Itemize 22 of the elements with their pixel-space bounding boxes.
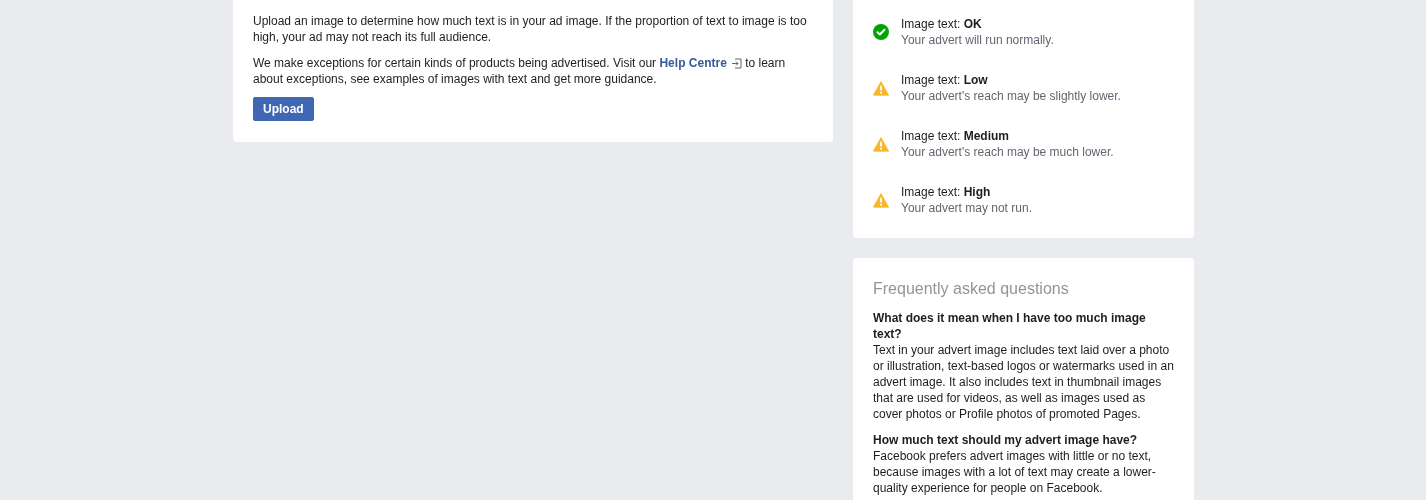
exceptions-paragraph: We make exceptions for certain kinds of products being advertised. Visit our Help Centre to learn about exceptions, see examples of images with text and get more guidance.	[253, 55, 787, 87]
faq-question: What does it mean when I have too much image text?	[873, 310, 1147, 342]
rating-description: Your advert's reach may be much lower.	[901, 144, 1114, 160]
check-circle-icon	[873, 24, 889, 40]
faq-answer: Facebook prefers advert images with little or no text, because images with a lot of text may create a lower-quality experience for people on Facebook.	[873, 448, 1157, 496]
help-centre-link[interactable]: Help Centre	[659, 55, 742, 71]
upload-button[interactable]: Upload	[253, 97, 314, 121]
rating-label: Image text: Medium	[901, 128, 1011, 144]
warning-icon	[873, 192, 889, 208]
warning-icon	[873, 80, 889, 96]
faq-answer: Text in your advert image includes text laid over a photo or illustration, text-based logos or watermarks used in an advert image. It also includes text in thumbnail images that are used for videos, as well as images used as cover photos or Profile photos of promoted Pages.	[873, 342, 1174, 422]
warning-icon	[873, 136, 889, 152]
rating-label: Image text: High	[901, 184, 992, 200]
rating-description: Your advert may not run.	[901, 200, 1032, 216]
rating-label: Image text: OK	[901, 16, 983, 32]
external-link-icon	[730, 57, 742, 69]
faq-question: How much text should my advert image have?	[873, 432, 1139, 448]
rating-label: Image text: Low	[901, 72, 989, 88]
intro-paragraph: Upload an image to determine how much text is in your ad image. If the proportion of text to image is too high, your ad may not reach its full audience.	[253, 13, 808, 45]
faq-title: Frequently asked questions	[873, 279, 1070, 299]
rating-description: Your advert's reach may be slightly lower.	[901, 88, 1121, 104]
rating-description: Your advert will run normally.	[901, 32, 1054, 48]
